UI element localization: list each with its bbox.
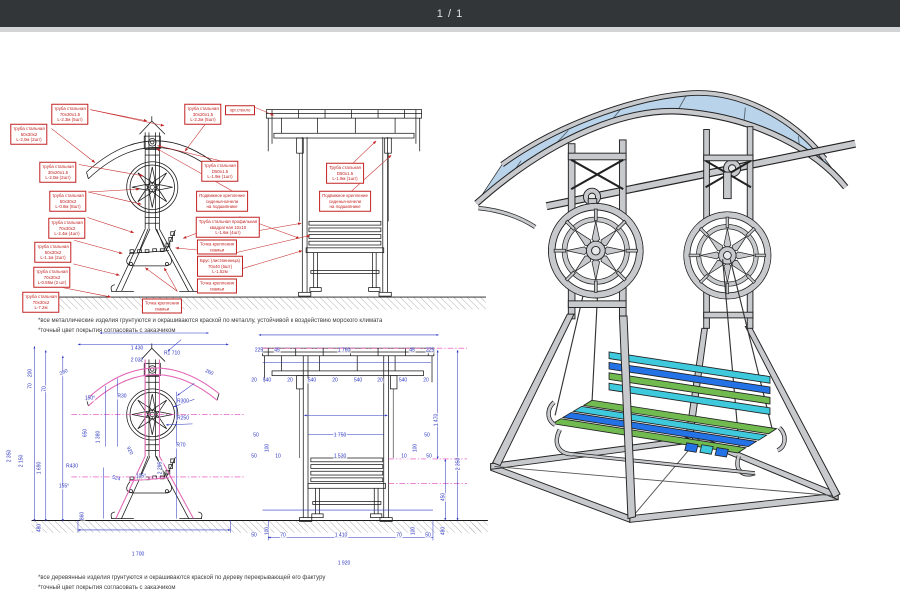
leader-arrow — [251, 106, 274, 115]
leader-arrow — [87, 218, 133, 233]
leader-arrow — [351, 141, 377, 166]
leader-arrow — [51, 129, 95, 163]
leader-arrow — [88, 192, 141, 204]
decorative-wheel-back — [684, 212, 771, 299]
leader-arrow — [351, 155, 392, 192]
page-indicator[interactable]: 1 / 1 — [437, 8, 463, 20]
leader-arrow — [73, 264, 119, 275]
side-view-dimensioned — [86, 343, 219, 518]
leader-arrow — [175, 248, 232, 254]
ground-hatch-top — [51, 297, 486, 309]
ground-hatch-bottom — [32, 520, 488, 532]
front-view-dimensioned — [263, 348, 434, 521]
document-page: *все металлические изделия грунтуются и … — [0, 32, 900, 600]
leader-arrow — [240, 217, 300, 239]
leader-arrow — [229, 223, 301, 235]
front-view-drawing — [266, 110, 421, 296]
assembly-3d-view — [469, 93, 855, 534]
leader-arrow — [157, 146, 232, 164]
paint-highlight — [86, 360, 219, 519]
leader-arrow — [63, 288, 111, 297]
leader-arrow — [145, 268, 177, 292]
leader-arrow — [229, 251, 302, 273]
leader-arrow — [164, 268, 177, 292]
leader-lines — [51, 106, 391, 297]
leader-arrow — [74, 240, 122, 253]
pdf-toolbar: 1 / 1 — [0, 0, 900, 27]
side-view-drawing — [86, 116, 219, 291]
leader-arrow — [232, 236, 310, 254]
leader-arrow — [88, 189, 139, 192]
centerlines — [71, 348, 467, 483]
drawing-art — [0, 32, 900, 600]
dimension-lines — [34, 333, 457, 540]
decorative-wheel-front — [548, 203, 643, 298]
leader-arrow — [90, 110, 164, 126]
leader-arrow — [185, 110, 216, 152]
